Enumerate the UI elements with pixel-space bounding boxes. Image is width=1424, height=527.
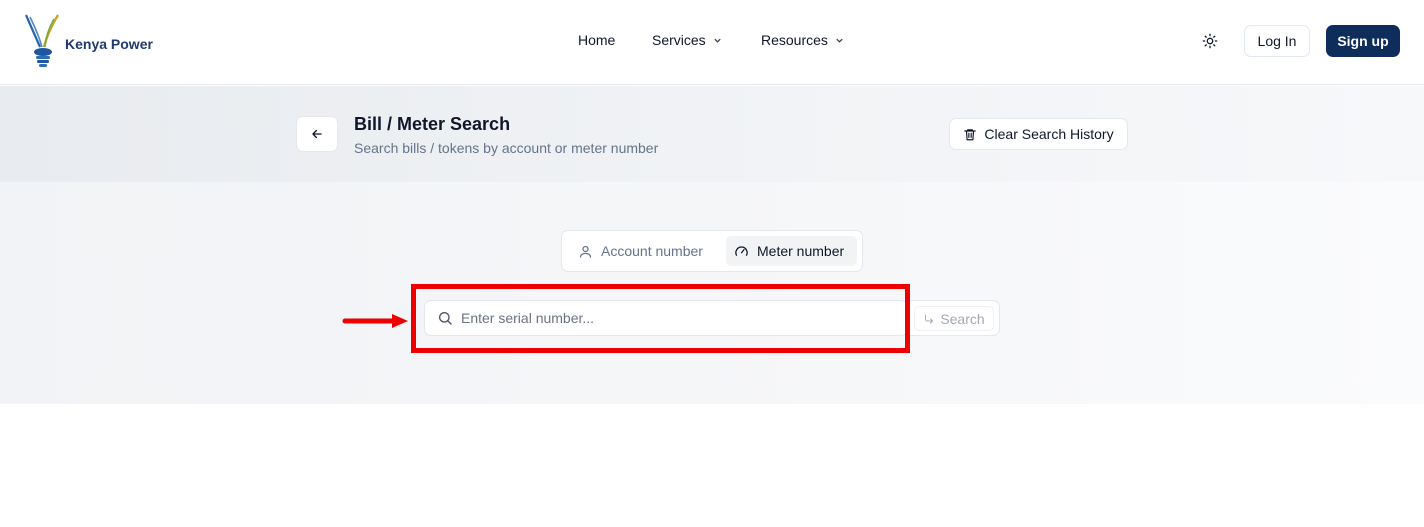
annotation-arrow-icon <box>342 314 408 328</box>
clear-search-history-label: Clear Search History <box>984 126 1114 142</box>
login-button[interactable]: Log In <box>1244 25 1310 57</box>
logo-icon <box>24 14 60 67</box>
tab-account-number-label: Account number <box>601 243 703 259</box>
search-section <box>0 182 1424 404</box>
tab-meter-number[interactable]: Meter number <box>726 236 857 266</box>
search-box <box>424 300 908 336</box>
nav-services[interactable]: Services <box>652 32 722 48</box>
gauge-icon <box>735 245 748 256</box>
search-type-tabs: Account number Meter number <box>561 230 863 272</box>
search-button-label: Search <box>940 310 985 327</box>
page-title: Bill / Meter Search <box>354 114 511 134</box>
nav-home-label: Home <box>578 32 616 48</box>
nav-resources-label: Resources <box>761 32 828 48</box>
theme-toggle-button[interactable] <box>1199 30 1221 52</box>
user-icon <box>579 245 592 258</box>
kenya-power-logo[interactable]: Kenya Power <box>24 12 164 70</box>
tab-account-number[interactable]: Account number <box>570 236 711 266</box>
chevron-down-icon <box>714 38 721 43</box>
top-navbar: Kenya Power Home Services Resources Log … <box>0 0 1424 85</box>
clear-search-history-button[interactable]: Clear Search History <box>949 118 1128 150</box>
serial-number-input[interactable] <box>461 301 901 335</box>
arrow-left-icon <box>312 129 322 139</box>
nav-home[interactable]: Home <box>578 32 615 48</box>
tab-meter-number-label: Meter number <box>757 243 845 259</box>
sun-icon <box>1202 33 1218 49</box>
search-button[interactable]: Search <box>914 306 994 331</box>
corner-down-right-icon <box>925 314 934 323</box>
chevron-down-icon <box>836 38 843 43</box>
trash-icon <box>964 128 977 140</box>
brand-name: Kenya Power <box>65 36 153 52</box>
search-icon <box>439 312 452 325</box>
back-button[interactable] <box>296 116 338 152</box>
page-header-band <box>0 86 1424 182</box>
page-subtitle: Search bills / tokens by account or mete… <box>354 140 659 156</box>
nav-resources[interactable]: Resources <box>761 32 844 48</box>
signup-button[interactable]: Sign up <box>1326 25 1400 57</box>
nav-services-label: Services <box>652 32 706 48</box>
